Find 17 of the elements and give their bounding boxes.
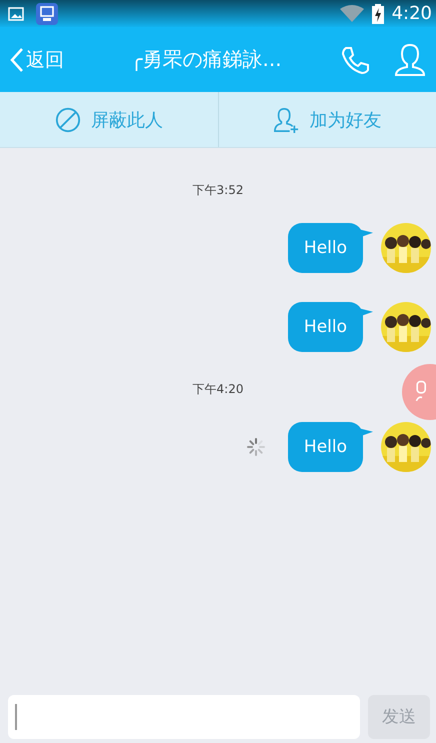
image-icon [8, 6, 24, 22]
timestamp: 下午3:52 [192, 182, 244, 199]
action-button[interactable]: 屏蔽此人 [0, 92, 218, 147]
status-time: 4:20 [392, 3, 432, 24]
block-icon [54, 106, 81, 132]
phone-icon[interactable] [340, 44, 370, 74]
back-icon [10, 46, 24, 72]
back-button[interactable]: 返回 [10, 46, 64, 72]
battery-icon [372, 4, 384, 24]
chat-title: ╭勇罘の痛銻詠... [129, 46, 283, 73]
add-person-icon [273, 106, 300, 132]
timestamp: 下午4:20 [192, 381, 244, 398]
action-button[interactable]: 加为好友 [218, 92, 436, 147]
message-input[interactable] [8, 694, 360, 738]
computer-icon [36, 2, 58, 24]
person-icon[interactable] [394, 42, 426, 76]
wifi-icon [340, 4, 364, 22]
